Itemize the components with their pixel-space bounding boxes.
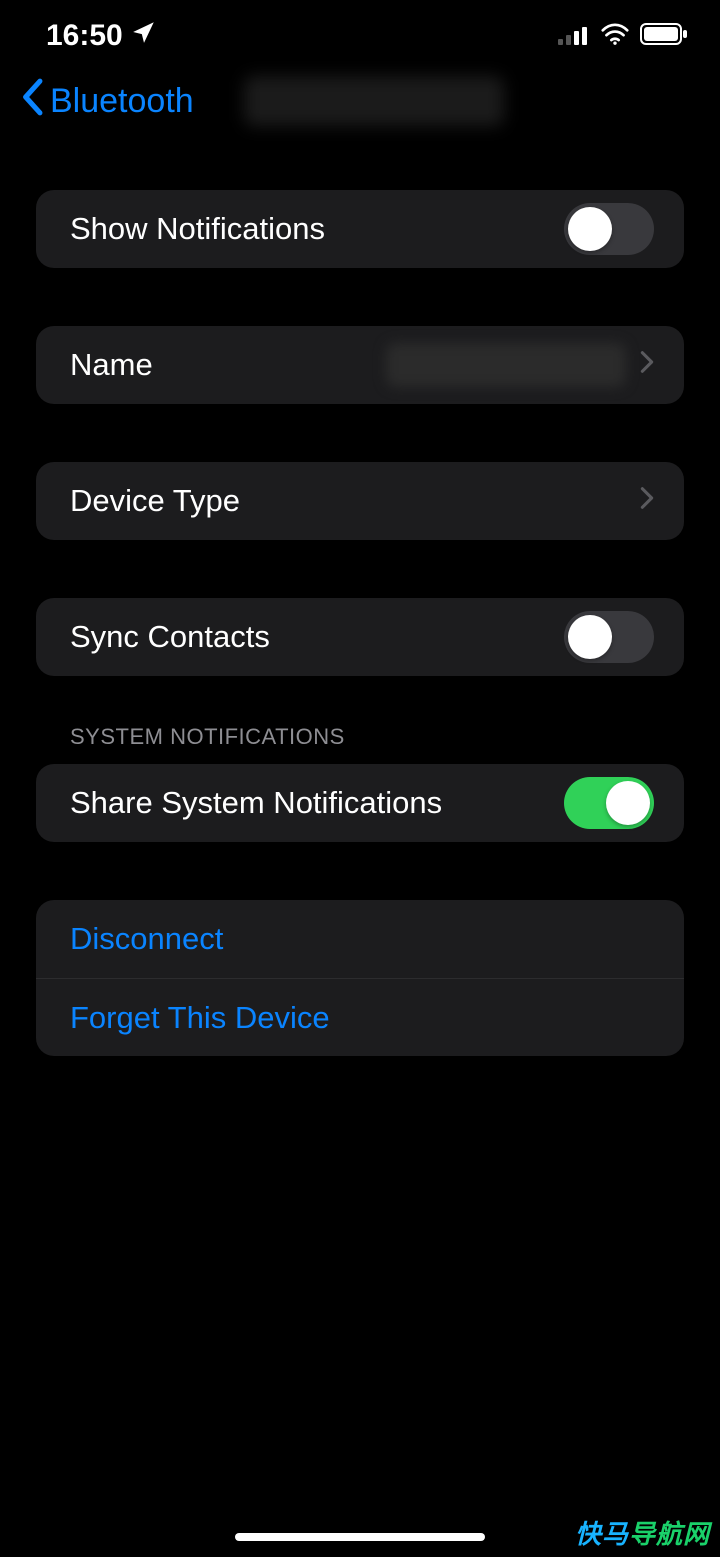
cellular-signal-icon xyxy=(558,19,590,53)
row-label: Disconnect xyxy=(70,921,223,957)
row-device-type[interactable]: Device Type xyxy=(36,462,684,540)
row-label: Forget This Device xyxy=(70,1000,330,1036)
name-value-redacted xyxy=(386,343,626,387)
group-device-type: Device Type xyxy=(36,462,684,540)
watermark: 快马导航网 xyxy=(575,1514,710,1551)
status-left: 16:50 xyxy=(46,19,157,53)
battery-icon xyxy=(640,19,688,53)
group-name: Name xyxy=(36,326,684,404)
forget-device-button[interactable]: Forget This Device xyxy=(36,978,684,1056)
toggle-sync-contacts[interactable] xyxy=(564,611,654,663)
status-time: 16:50 xyxy=(46,19,123,53)
nav-bar: Bluetooth xyxy=(0,60,720,150)
page-title-redacted xyxy=(244,76,504,126)
toggle-show-notifications[interactable] xyxy=(564,203,654,255)
watermark-part1: 快马 xyxy=(575,1519,629,1549)
wifi-icon xyxy=(600,19,630,53)
location-arrow-icon xyxy=(131,19,157,53)
row-show-notifications[interactable]: Show Notifications xyxy=(36,190,684,268)
chevron-right-icon xyxy=(640,483,654,519)
group-sync-contacts: Sync Contacts xyxy=(36,598,684,676)
status-bar: 16:50 xyxy=(0,0,720,60)
disconnect-button[interactable]: Disconnect xyxy=(36,900,684,978)
row-name[interactable]: Name xyxy=(36,326,684,404)
group-system-notifications: Share System Notifications xyxy=(36,764,684,842)
row-sync-contacts[interactable]: Sync Contacts xyxy=(36,598,684,676)
row-label: Device Type xyxy=(70,483,240,519)
status-right xyxy=(558,19,688,53)
row-share-system-notifications[interactable]: Share System Notifications xyxy=(36,764,684,842)
content: Show Notifications Name Device Type xyxy=(0,190,720,1056)
back-button[interactable]: Bluetooth xyxy=(20,78,194,125)
chevron-left-icon xyxy=(20,78,44,125)
group-actions: Disconnect Forget This Device xyxy=(36,900,684,1056)
toggle-share-system-notifications[interactable] xyxy=(564,777,654,829)
back-label: Bluetooth xyxy=(50,82,194,121)
home-indicator[interactable] xyxy=(235,1533,485,1541)
row-label: Show Notifications xyxy=(70,211,325,247)
section-header-system-notifications: SYSTEM NOTIFICATIONS xyxy=(36,676,684,764)
row-label: Share System Notifications xyxy=(70,785,442,821)
group-show-notifications: Show Notifications xyxy=(36,190,684,268)
chevron-right-icon xyxy=(640,347,654,383)
watermark-part2: 导航网 xyxy=(629,1519,710,1549)
row-label: Name xyxy=(70,347,153,383)
row-label: Sync Contacts xyxy=(70,619,270,655)
